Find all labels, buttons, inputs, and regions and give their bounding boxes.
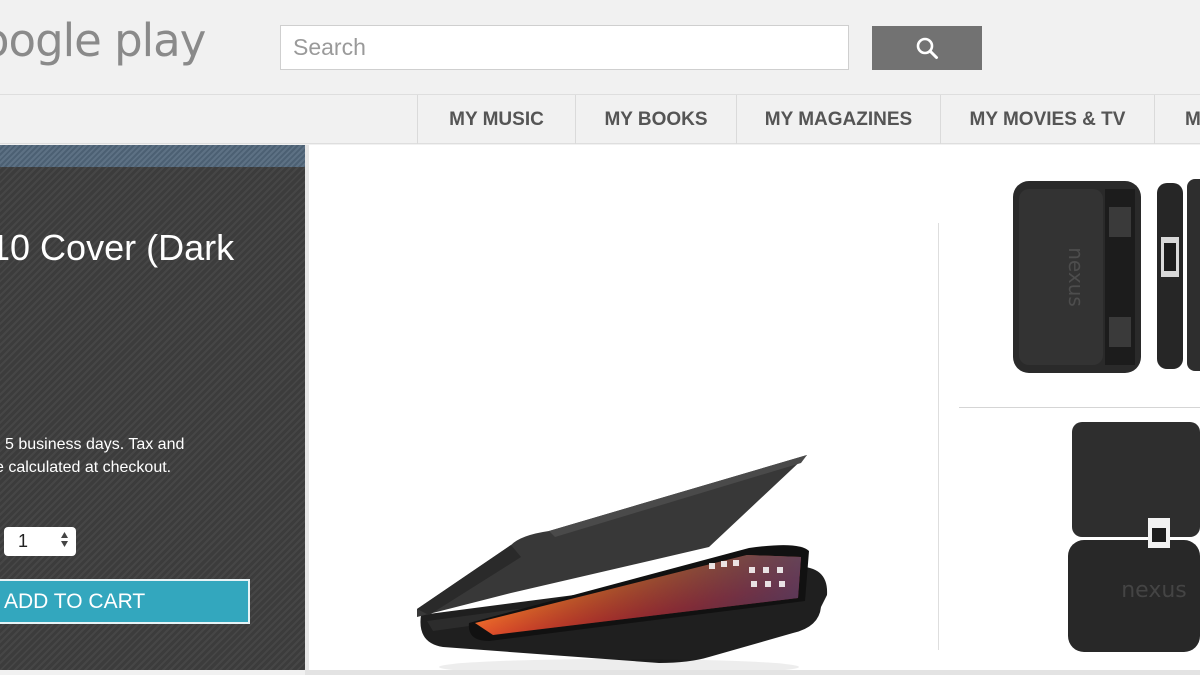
stepper-arrows[interactable]	[61, 532, 68, 547]
search-icon	[916, 37, 938, 59]
shipping-note-line: e calculated at checkout.	[0, 459, 172, 476]
svg-text:nexus: nexus	[1064, 247, 1088, 307]
thumbnail-divider	[959, 407, 1200, 408]
add-to-cart-button[interactable]: ADD TO CART	[0, 579, 250, 624]
tab-my-books[interactable]: MY BOOKS	[575, 95, 736, 144]
chevron-down-icon[interactable]	[61, 541, 68, 547]
tab-more[interactable]: M	[1154, 95, 1200, 144]
shipping-note: 5 business days. Tax and e calculated at…	[0, 433, 300, 479]
top-header: oogle play	[0, 0, 1200, 94]
search-input[interactable]	[280, 25, 849, 70]
quantity-value: 1	[18, 531, 29, 551]
product-gallery: nexus nexus	[309, 145, 1200, 675]
search-button[interactable]	[872, 26, 982, 70]
tab-my-movies-tv[interactable]: MY MOVIES & TV	[940, 95, 1154, 144]
tab-my-music[interactable]: MY MUSIC	[417, 95, 575, 144]
tab-my-magazines[interactable]: MY MAGAZINES	[736, 95, 940, 144]
quantity-stepper[interactable]: 1	[4, 527, 76, 556]
thumbnail-cover-back[interactable]: nexus	[1009, 177, 1200, 377]
library-nav: MY MUSIC MY BOOKS MY MAGAZINES MY MOVIES…	[0, 94, 1200, 144]
chevron-up-icon[interactable]	[61, 532, 68, 538]
svg-text:nexus: nexus	[1121, 578, 1187, 603]
shipping-note-line: 5 business days. Tax and	[5, 436, 185, 453]
google-play-logo[interactable]: oogle play	[0, 14, 206, 67]
bottom-border	[305, 670, 1200, 675]
thumbnail-cover-open[interactable]: nexus	[1064, 420, 1200, 655]
product-title: 10 Cover (Dark	[0, 227, 235, 268]
main-product-image[interactable]	[409, 305, 839, 675]
product-info-panel: 10 Cover (Dark 5 business days. Tax and …	[0, 167, 305, 670]
panel-header-strip	[0, 145, 305, 167]
gallery-divider	[938, 223, 939, 650]
